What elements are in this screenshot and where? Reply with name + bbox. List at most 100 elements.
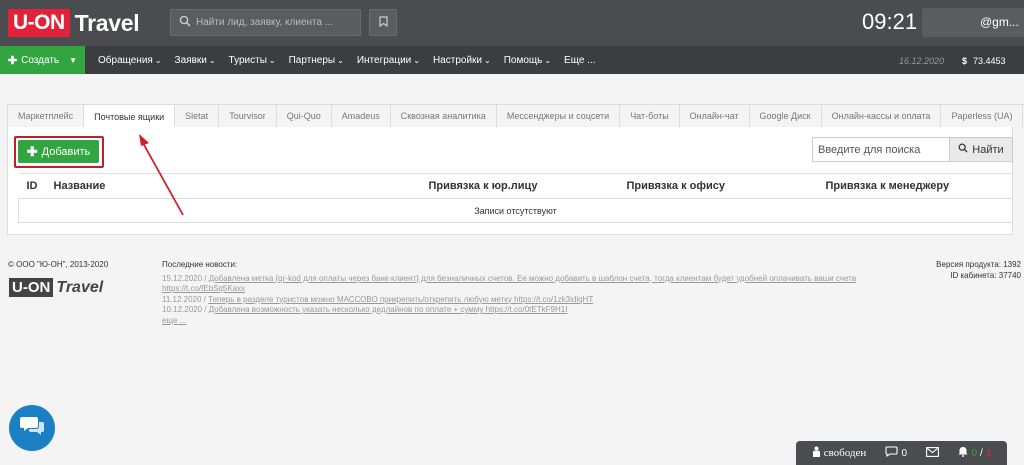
chevron-down-icon: ⌄: [337, 55, 344, 65]
red-count: 1: [985, 447, 992, 459]
news-item: 15.12.2020 / Добавлена метка {qr-kod для…: [162, 273, 857, 294]
mailboxes-table: ID Название Привязка к юр.лицу Привязка …: [18, 173, 1013, 223]
nav-item-label: Настройки: [432, 54, 482, 66]
chevron-down-icon: ⌄: [208, 55, 216, 65]
plus-icon: ✚: [7, 54, 18, 67]
status-label: свободен: [823, 447, 867, 459]
tab-amadeus[interactable]: Amadeus: [330, 104, 391, 127]
news-item: 11.12.2020 / Теперь в разделе туристов м…: [162, 294, 594, 304]
tab-sletat[interactable]: Sletat: [174, 104, 220, 127]
green-count: 0: [971, 447, 978, 459]
tab-analytics[interactable]: Сквозная аналитика: [389, 104, 497, 127]
news-link[interactable]: Добавлена метка {qr-kod для оплаты через…: [162, 274, 856, 294]
nav-item-label: Заявки: [174, 54, 207, 66]
add-label: Добавить: [41, 145, 91, 158]
product-version: Версия продукта: 1392: [936, 260, 1021, 269]
clock: 09:21: [862, 9, 918, 34]
logo[interactable]: U-ON Travel: [8, 9, 140, 37]
chevron-down-icon: ⌄: [544, 55, 552, 65]
logo-mark: U-ON: [8, 9, 70, 37]
bookmark-button[interactable]: [369, 9, 397, 36]
nav-item-partners[interactable]: Партнеры ⌄: [289, 55, 344, 66]
cabinet-id: ID кабинета: 37740: [950, 270, 1021, 280]
tab-paperless[interactable]: Paperless (UA): [940, 104, 1024, 127]
news-link[interactable]: Теперь в разделе туристов можно МАССОВО …: [208, 295, 593, 304]
column-header-legal-entity[interactable]: Привязка к юр.лицу: [420, 173, 619, 199]
nav-item-label: Обращения: [98, 54, 153, 66]
news-block: Последние новости: 15.12.2020 / Добавлен…: [162, 260, 882, 326]
version-info: Версия продукта: 1392 ID кабинета: 37740: [905, 260, 1021, 281]
global-search-input[interactable]: [196, 17, 356, 28]
tab-marketplace[interactable]: Маркетплейс: [7, 104, 85, 127]
messages-count: 0: [901, 447, 908, 459]
currency-rate: $73.4453: [962, 56, 1006, 66]
tab-online-chat[interactable]: Онлайн-чат: [678, 104, 750, 127]
search-icon: [958, 143, 968, 156]
rate-value: 73.4453: [973, 56, 1006, 66]
footer-logo-mark: U-ON: [9, 278, 54, 297]
envelope-icon: [926, 446, 940, 460]
nav-item-tourists[interactable]: Туристы ⌄: [229, 55, 276, 66]
nav-item-settings[interactable]: Настройки ⌄: [433, 55, 491, 66]
nav-item-help[interactable]: Помощь ⌄: [504, 55, 551, 66]
bookmark-icon: [378, 15, 388, 30]
create-button[interactable]: ✚ Создать ▼: [0, 46, 85, 74]
column-header-manager[interactable]: Привязка к менеджеру: [817, 173, 1013, 199]
news-title: Последние новости:: [162, 260, 238, 269]
table-row: Записи отсутствуют: [18, 198, 1013, 223]
plus-icon: ✚: [26, 143, 38, 159]
caret-down-icon: ▼: [69, 55, 78, 65]
messages-counter[interactable]: 0: [885, 446, 907, 460]
user-menu[interactable]: @gm...: [922, 8, 1024, 37]
chat-bubble-icon: [19, 415, 45, 442]
create-label: Создать: [21, 54, 60, 66]
chat-icon: [885, 446, 899, 460]
chevron-down-icon: ⌄: [154, 55, 162, 65]
tab-mailboxes[interactable]: Почтовые ящики: [83, 104, 176, 128]
add-button[interactable]: ✚ Добавить: [18, 140, 99, 163]
find-label: Найти: [972, 143, 1004, 156]
bell-icon: [958, 446, 968, 460]
news-date: 10.12.2020: [162, 305, 203, 314]
mail-button[interactable]: [926, 446, 940, 460]
status-toggle[interactable]: свободен: [812, 446, 867, 460]
find-button[interactable]: Найти: [949, 137, 1013, 162]
chat-widget-button[interactable]: [9, 405, 55, 451]
nav-item-label: Помощь: [503, 54, 543, 66]
news-item: 10.12.2020 / Добавлена возможность указа…: [162, 305, 568, 314]
chevron-down-icon: ⌄: [268, 55, 276, 65]
column-header-office[interactable]: Привязка к офису: [618, 173, 818, 199]
table-header-row: ID Название Привязка к юр.лицу Привязка …: [18, 173, 1013, 199]
notifications-counter[interactable]: 0 / 1: [958, 446, 991, 460]
nav-item-appeals[interactable]: Обращения ⌄: [98, 55, 162, 66]
tab-online-cash[interactable]: Онлайн-кассы и оплата: [820, 104, 942, 127]
tab-messengers[interactable]: Мессенджеры и соцсети: [495, 104, 621, 127]
tab-google-drive[interactable]: Google Диск: [748, 104, 822, 127]
top-header: U-ON Travel 09:21 @gm...: [0, 0, 1024, 46]
status-bar: свободен 0 0 / 1: [796, 441, 1007, 465]
logo-text: Travel: [74, 9, 140, 36]
tab-tourvisor[interactable]: Tourvisor: [218, 104, 277, 127]
person-icon: [812, 446, 821, 460]
nav-item-integrations[interactable]: Интеграции ⌄: [357, 55, 420, 66]
global-search: [170, 9, 361, 36]
table-search-input[interactable]: [812, 137, 950, 162]
column-header-id[interactable]: ID: [18, 173, 46, 199]
nav-item-requests[interactable]: Заявки ⌄: [175, 55, 216, 66]
chevron-down-icon: ⌄: [484, 55, 491, 65]
news-link[interactable]: Добавлена возможность указать несколько …: [209, 305, 568, 314]
news-more-link[interactable]: еще ...: [162, 316, 186, 325]
count-separator: /: [980, 447, 983, 459]
footer-logo: U-ON Travel: [9, 278, 103, 297]
mailboxes-panel: ✚ Добавить Найти ID Название Привязка к …: [7, 127, 1013, 235]
news-date: 11.12.2020: [162, 294, 202, 304]
column-header-name[interactable]: Название: [45, 173, 421, 199]
copyright: © ООО "Ю-ОН", 2013-2020: [8, 260, 109, 269]
empty-message: Записи отсутствуют: [18, 198, 1013, 223]
tab-chatbots[interactable]: Чат-боты: [619, 104, 680, 127]
search-icon: [174, 15, 196, 30]
nav-item-label: Интеграции: [356, 54, 412, 66]
nav-item-more[interactable]: Еще ...: [564, 55, 595, 66]
tab-qui-quo[interactable]: Qui-Quo: [275, 104, 332, 127]
footer-logo-text: Travel: [56, 278, 104, 296]
